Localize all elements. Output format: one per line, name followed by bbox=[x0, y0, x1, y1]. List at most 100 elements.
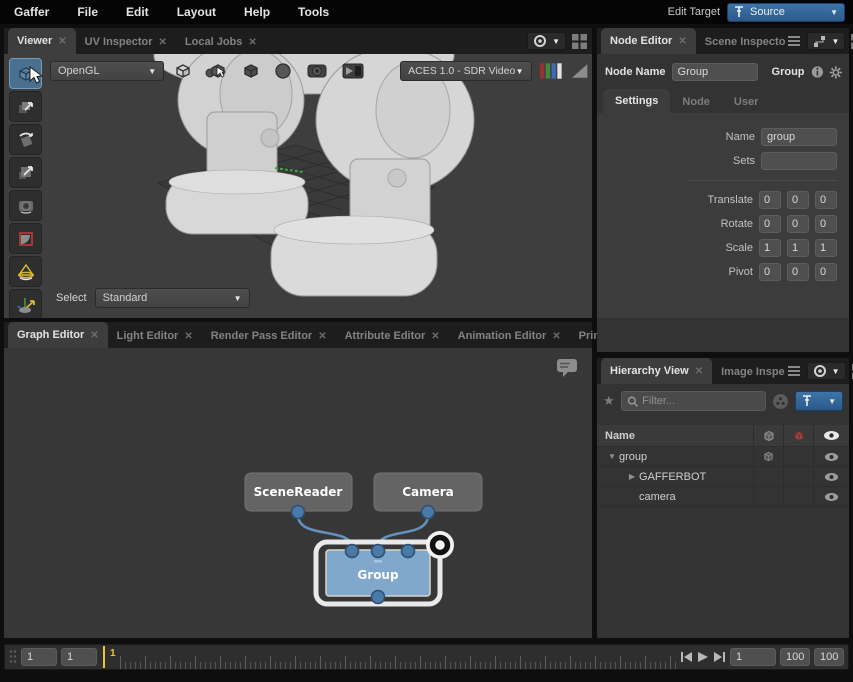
menu-icon[interactable] bbox=[787, 365, 801, 377]
sets-input[interactable] bbox=[761, 152, 837, 170]
pivot-z-input[interactable] bbox=[815, 263, 837, 281]
menu-layout[interactable]: Layout bbox=[163, 0, 230, 24]
frame-input[interactable] bbox=[730, 648, 776, 666]
hierarchy-row-camera[interactable]: camera bbox=[597, 487, 849, 507]
focus-ring-icon[interactable] bbox=[426, 531, 454, 559]
rotate-x-input[interactable] bbox=[759, 215, 781, 233]
close-tab-icon[interactable]: ✕ bbox=[318, 331, 326, 342]
timeline-ruler[interactable] bbox=[120, 647, 676, 669]
visibility-column-header[interactable] bbox=[813, 425, 849, 446]
close-tab-icon[interactable]: ✕ bbox=[431, 331, 439, 342]
set-column-header[interactable] bbox=[753, 425, 783, 446]
input-plug[interactable] bbox=[372, 545, 385, 558]
range-end-field-2[interactable] bbox=[814, 648, 844, 666]
node-scenereader[interactable]: SceneReader bbox=[245, 473, 352, 519]
display-transform-dropdown[interactable]: ACES 1.0 - SDR Video ▼ bbox=[400, 61, 531, 81]
info-icon[interactable] bbox=[811, 64, 824, 80]
wireframe-cube-icon[interactable] bbox=[172, 60, 194, 82]
menu-icon[interactable] bbox=[787, 35, 801, 47]
timeline-grip-handle[interactable] bbox=[9, 649, 17, 665]
tab-image-inspector[interactable]: Image Inspe bbox=[712, 360, 787, 384]
translate-z-input[interactable] bbox=[815, 191, 837, 209]
pivot-x-input[interactable] bbox=[759, 263, 781, 281]
name-column-header[interactable]: Name bbox=[597, 430, 753, 442]
skip-start-icon[interactable] bbox=[680, 651, 693, 663]
timeline-start-field[interactable] bbox=[21, 648, 57, 666]
close-tab-icon[interactable]: ✕ bbox=[678, 36, 686, 47]
tab-hierarchy-view[interactable]: Hierarchy View ✕ bbox=[601, 358, 712, 384]
rotate-y-input[interactable] bbox=[787, 215, 809, 233]
select-objects-icon[interactable] bbox=[204, 60, 230, 82]
viewport-3d[interactable]: OpenGL ▼ bbox=[4, 54, 592, 318]
subtab-settings[interactable]: Settings bbox=[603, 89, 670, 113]
hierarchy-row-gafferbot[interactable]: ▶ GAFFERBOT bbox=[597, 467, 849, 487]
close-tab-icon[interactable]: ✕ bbox=[58, 36, 66, 47]
rotate-tool-button[interactable] bbox=[9, 124, 42, 155]
menu-file[interactable]: File bbox=[63, 0, 112, 24]
output-plug[interactable] bbox=[372, 591, 385, 604]
menu-edit[interactable]: Edit bbox=[112, 0, 163, 24]
scale-z-input[interactable] bbox=[815, 239, 837, 257]
exclude-cell[interactable] bbox=[783, 447, 813, 466]
snapshot-image-icon[interactable] bbox=[340, 60, 366, 82]
node-graph-canvas[interactable]: SceneReader Camera Group bbox=[4, 348, 592, 638]
translate-tool-button[interactable] bbox=[9, 91, 42, 122]
gear-icon[interactable] bbox=[829, 64, 843, 81]
close-tab-icon[interactable]: ✕ bbox=[184, 331, 192, 342]
skip-end-icon[interactable] bbox=[713, 651, 726, 663]
tab-graph-editor[interactable]: Graph Editor ✕ bbox=[8, 322, 108, 348]
editor-follow-dropdown[interactable]: ▼ bbox=[807, 32, 845, 50]
tab-render-pass-editor[interactable]: Render Pass Editor ✕ bbox=[202, 324, 336, 348]
exclude-cell[interactable] bbox=[783, 487, 813, 506]
subtab-user[interactable]: User bbox=[722, 91, 770, 113]
scale-x-input[interactable] bbox=[759, 239, 781, 257]
scale-y-input[interactable] bbox=[787, 239, 809, 257]
hierarchy-target-dropdown[interactable]: ▼ bbox=[807, 362, 846, 380]
crop-window-tool-button[interactable] bbox=[9, 223, 42, 254]
node-group-selected[interactable]: Group bbox=[316, 531, 454, 604]
gamma-triangle-icon[interactable] bbox=[571, 63, 588, 79]
light-tool-button[interactable] bbox=[9, 256, 42, 287]
translate-x-input[interactable] bbox=[759, 191, 781, 209]
visibility-cell[interactable] bbox=[813, 447, 849, 466]
name-input[interactable] bbox=[761, 128, 837, 146]
camera-tool-button[interactable] bbox=[9, 190, 42, 221]
menu-tools[interactable]: Tools bbox=[284, 0, 343, 24]
camera-view-icon[interactable] bbox=[304, 60, 330, 82]
tab-animation-editor[interactable]: Animation Editor ✕ bbox=[449, 324, 570, 348]
subtab-node[interactable]: Node bbox=[670, 91, 722, 113]
shaded-sphere-icon[interactable] bbox=[272, 60, 294, 82]
tab-local-jobs[interactable]: Local Jobs ✕ bbox=[176, 30, 266, 54]
tab-attribute-editor[interactable]: Attribute Editor ✕ bbox=[336, 324, 449, 348]
close-tab-icon[interactable]: ✕ bbox=[695, 366, 703, 377]
hierarchy-pin-dropdown[interactable]: ▼ bbox=[795, 391, 843, 411]
hierarchy-row-group[interactable]: ▼ group bbox=[597, 447, 849, 467]
tab-viewer[interactable]: Viewer ✕ bbox=[8, 28, 76, 54]
collapse-expander-icon[interactable]: ▼ bbox=[605, 452, 619, 461]
input-plug[interactable] bbox=[346, 545, 359, 558]
node-name-input[interactable] bbox=[672, 63, 758, 81]
viewer-target-dropdown[interactable]: ▼ bbox=[527, 32, 566, 50]
output-plug[interactable] bbox=[292, 506, 305, 519]
renderer-dropdown[interactable]: OpenGL ▼ bbox=[50, 61, 164, 81]
input-plug[interactable] bbox=[402, 545, 415, 558]
output-plug[interactable] bbox=[422, 506, 435, 519]
annotation-icon[interactable] bbox=[556, 358, 578, 378]
set-cell[interactable] bbox=[753, 467, 783, 486]
playhead-marker[interactable] bbox=[103, 646, 105, 668]
close-tab-icon[interactable]: ✕ bbox=[552, 331, 560, 342]
filter-input-wrap[interactable] bbox=[621, 391, 766, 411]
visibility-cell[interactable] bbox=[813, 487, 849, 506]
rgb-channels-icon[interactable] bbox=[540, 62, 563, 80]
translate-y-input[interactable] bbox=[787, 191, 809, 209]
range-end-field[interactable] bbox=[780, 648, 810, 666]
expand-expander-icon[interactable]: ▶ bbox=[625, 472, 639, 481]
menu-gaffer[interactable]: Gaffer bbox=[0, 0, 63, 24]
solid-cube-icon[interactable] bbox=[240, 60, 262, 82]
tab-node-editor[interactable]: Node Editor ✕ bbox=[601, 28, 696, 54]
menu-help[interactable]: Help bbox=[230, 0, 284, 24]
pivot-y-input[interactable] bbox=[787, 263, 809, 281]
layout-grid-icon[interactable] bbox=[572, 34, 587, 49]
filter-input[interactable] bbox=[642, 395, 760, 407]
tab-light-editor[interactable]: Light Editor ✕ bbox=[108, 324, 202, 348]
